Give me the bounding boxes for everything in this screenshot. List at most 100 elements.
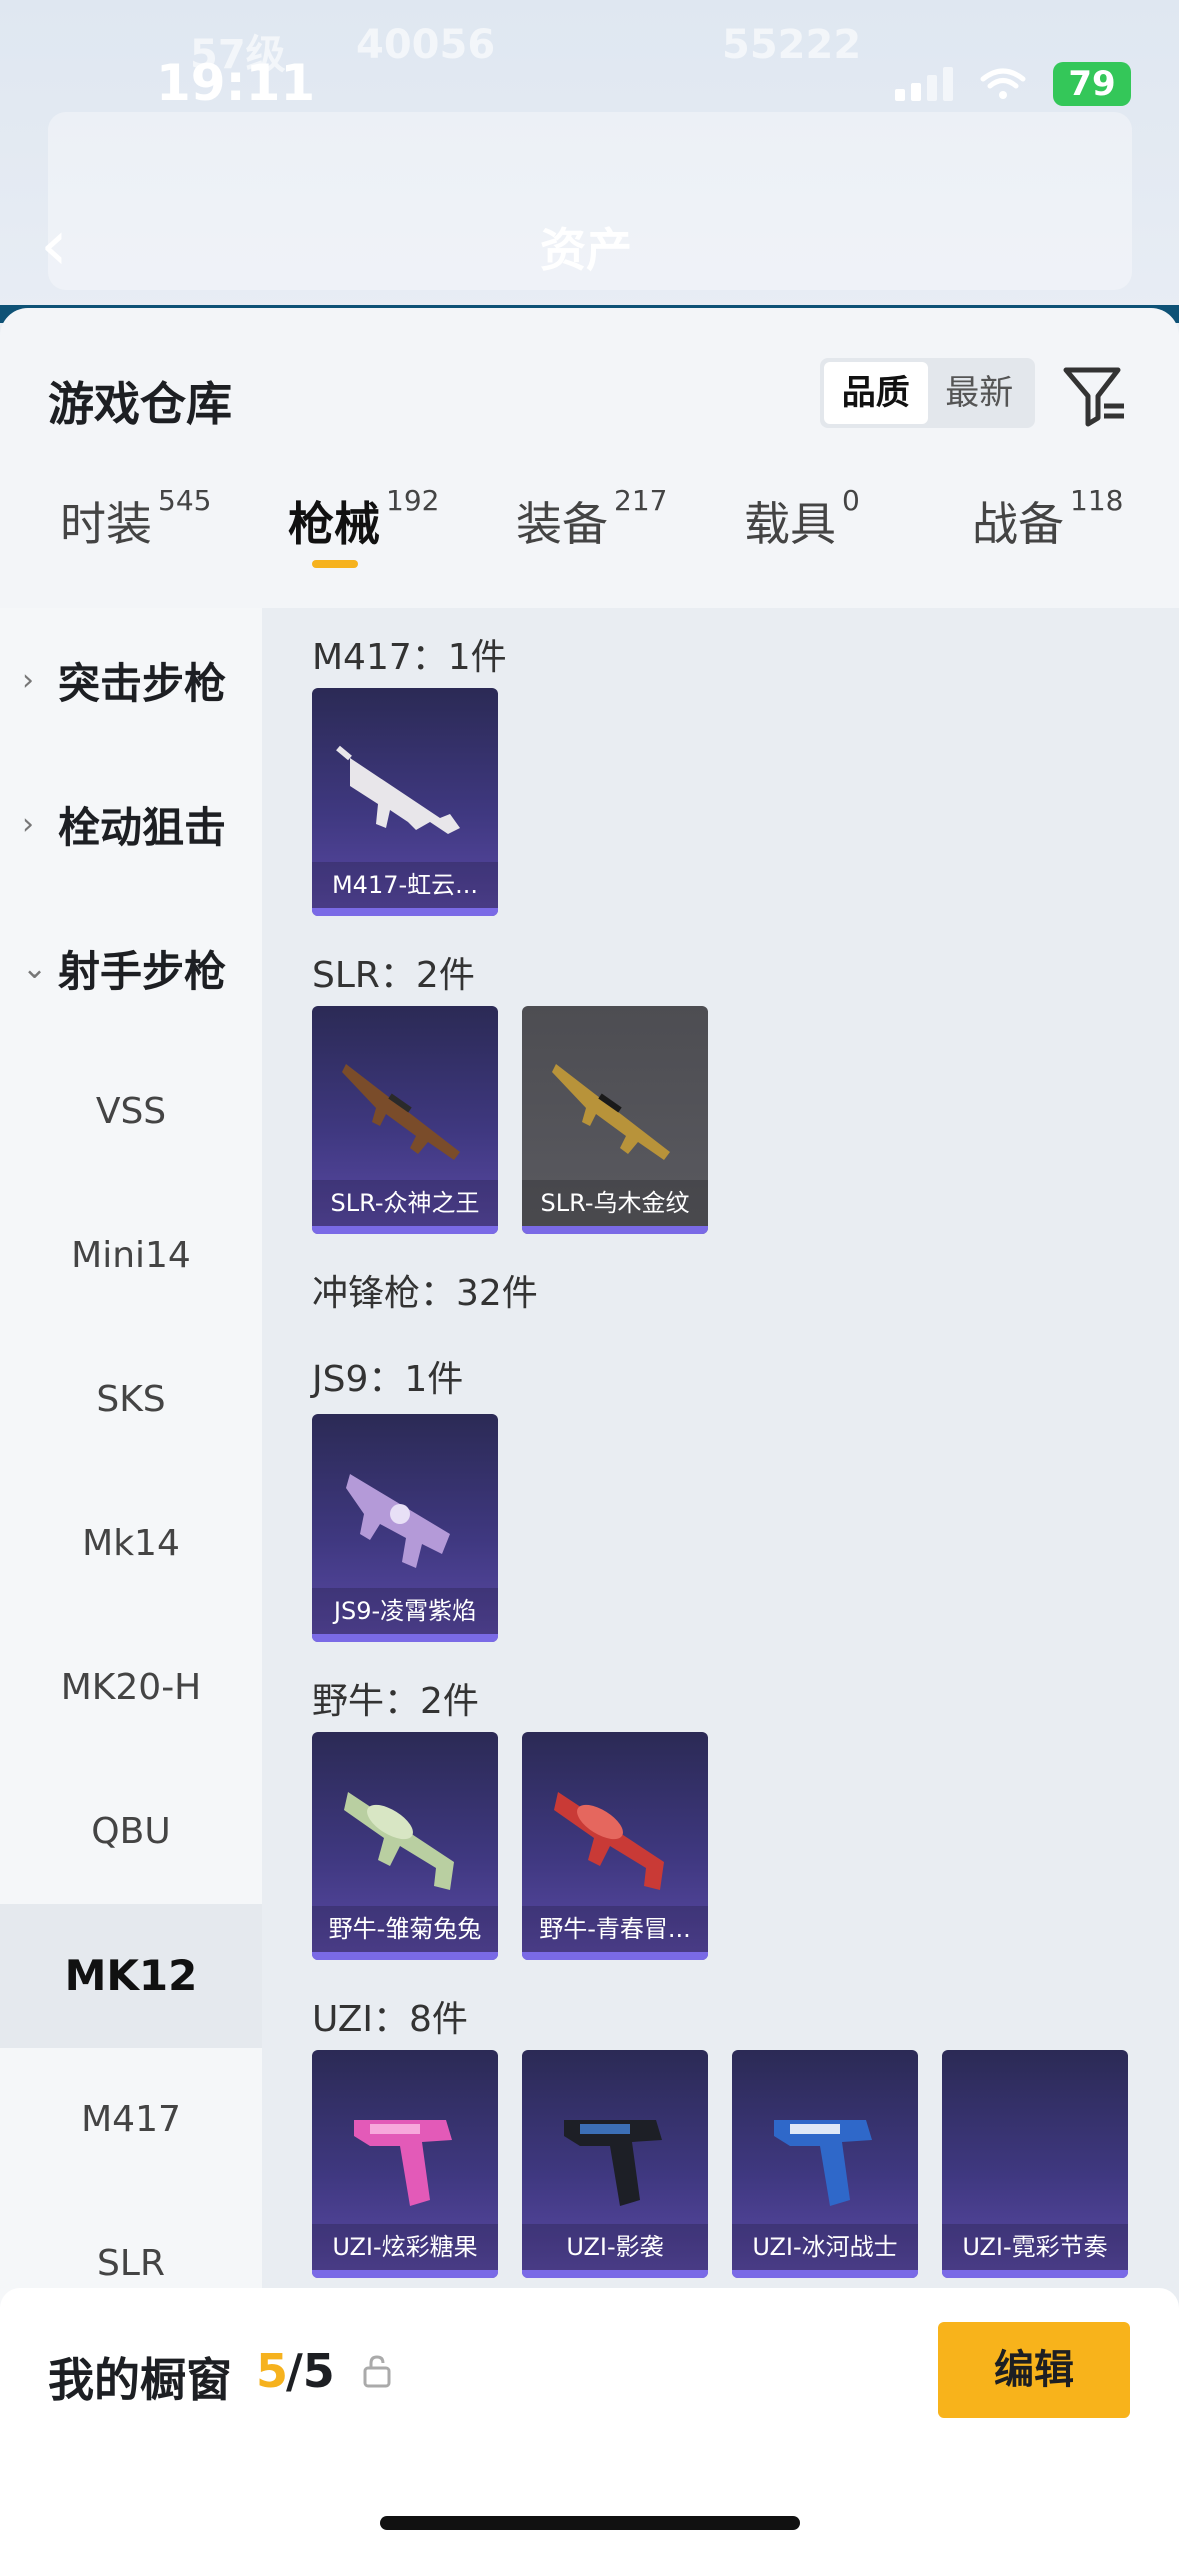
tab-count: 0	[842, 484, 860, 517]
sort-quality-button[interactable]: 品质	[824, 362, 928, 424]
nav-category-label: 突击步枪	[58, 658, 227, 708]
nav-category-bolt-sniper[interactable]: › 栓动狙击	[0, 752, 262, 896]
tab-label: 枪械	[288, 497, 380, 551]
nav-sub-vss[interactable]: VSS	[0, 1040, 262, 1184]
warehouse-sheet: 游戏仓库 品质 最新 时装 545 枪械 192 装备 217 载具 0 战备 118 ›…	[0, 308, 1179, 2556]
chevron-right-icon: ›	[22, 662, 34, 698]
group-title-m417: M417：1件	[312, 637, 507, 678]
background-header: 57级 40056 55222 19:11 79 ‹ 资产	[0, 0, 1179, 323]
weapon-card-label: UZI-霓彩节奏	[942, 2224, 1128, 2270]
group-title-bizon: 野牛：2件	[312, 1681, 479, 1722]
nav-sub-m417[interactable]: M417	[0, 2048, 262, 2192]
weapon-image	[346, 1474, 450, 1568]
status-time: 19:11	[156, 54, 316, 112]
tab-label: 时装	[60, 497, 152, 551]
weapon-card-label: M417-虹云...	[312, 862, 498, 908]
chevron-right-icon: ›	[22, 806, 34, 842]
nav-sub-mk20h[interactable]: MK20-H	[0, 1616, 262, 1760]
weapon-image	[342, 1064, 460, 1160]
tab-count: 192	[386, 484, 440, 517]
nav-category-marksman-rifle[interactable]: ⌄ 射手步枪	[0, 896, 262, 1040]
rarity-bar	[522, 2270, 708, 2278]
weapon-card-label: 野牛-青春冒...	[522, 1906, 708, 1952]
group-title-uzi: UZI：8件	[312, 1999, 468, 2040]
wifi-icon	[980, 68, 1026, 99]
showcase-bar: 我的橱窗 5 /5 编辑	[0, 2288, 1179, 2556]
weapon-image	[344, 1792, 454, 1890]
showcase-label: 我的橱窗	[48, 2353, 232, 2407]
tab-active-underline	[312, 560, 358, 568]
rarity-bar	[522, 1952, 708, 1960]
nav-title: 资产	[540, 223, 632, 277]
weapon-image	[774, 2120, 872, 2206]
weapon-card[interactable]: SLR-乌木金纹	[522, 1006, 708, 1234]
back-button[interactable]: ‹	[40, 210, 68, 280]
lock-icon	[363, 2355, 391, 2388]
weapon-card-label: UZI-冰河战士	[732, 2224, 918, 2270]
weapon-list: M417：1件 M417-虹云... SLR：2件 SLR-众神之王 SLR-乌…	[262, 608, 1179, 2556]
rarity-bar	[312, 908, 498, 916]
nav-sub-mk14[interactable]: Mk14	[0, 1472, 262, 1616]
weapon-card-label: SLR-众神之王	[312, 1180, 498, 1226]
rarity-bar	[312, 2270, 498, 2278]
rarity-bar	[732, 2270, 918, 2278]
weapon-card[interactable]: UZI-炫彩糖果	[312, 2050, 498, 2278]
weapon-card-label: JS9-凌霄紫焰	[312, 1588, 498, 1634]
weapon-card-label: UZI-炫彩糖果	[312, 2224, 498, 2270]
nav-category-label: 射手步枪	[58, 946, 227, 996]
weapon-card[interactable]: UZI-霓彩节奏	[942, 2050, 1128, 2278]
tab-label: 载具	[744, 497, 836, 551]
status-icons: 79	[895, 62, 1131, 106]
category-tabs: 时装 545 枪械 192 装备 217 载具 0 战备 118	[0, 484, 1179, 598]
battery-indicator: 79	[1053, 62, 1131, 106]
tab-supplies[interactable]: 战备 118	[972, 484, 1123, 598]
home-indicator	[380, 2516, 800, 2530]
nav-sub-sks[interactable]: SKS	[0, 1328, 262, 1472]
weapon-card[interactable]: JS9-凌霄紫焰	[312, 1414, 498, 1642]
tab-count: 118	[1070, 484, 1124, 517]
weapon-image	[554, 1792, 664, 1890]
tab-equipment[interactable]: 装备 217	[516, 484, 667, 598]
weapon-card[interactable]: SLR-众神之王	[312, 1006, 498, 1234]
rarity-bar	[522, 1226, 708, 1234]
tab-label: 装备	[516, 497, 608, 551]
weapon-card-label: UZI-影袭	[522, 2224, 708, 2270]
group-title-js9: JS9：1件	[312, 1359, 464, 1400]
nav-category-label: 栓动狙击	[58, 802, 227, 852]
tab-count: 545	[158, 484, 212, 517]
weapon-card[interactable]: UZI-影袭	[522, 2050, 708, 2278]
rarity-bar	[942, 2270, 1128, 2278]
rarity-bar	[312, 1226, 498, 1234]
signal-icon	[895, 67, 953, 101]
weapon-card[interactable]: M417-虹云...	[312, 688, 498, 916]
filter-icon[interactable]	[1060, 360, 1130, 430]
tab-fashion[interactable]: 时装 545	[60, 484, 211, 598]
weapon-card[interactable]: 野牛-青春冒...	[522, 1732, 708, 1960]
edit-button[interactable]: 编辑	[938, 2322, 1130, 2418]
weapon-card-label: SLR-乌木金纹	[522, 1180, 708, 1226]
weapon-category-nav: › 突击步枪 › 栓动狙击 ⌄ 射手步枪 VSS Mini14 SKS Mk14…	[0, 608, 262, 2556]
tab-count: 217	[614, 484, 668, 517]
bg-likes: 55222	[722, 22, 862, 68]
tab-guns[interactable]: 枪械 192	[288, 484, 439, 598]
tab-label: 战备	[972, 497, 1064, 551]
nav-sub-qbu[interactable]: QBU	[0, 1760, 262, 1904]
sort-toggle: 品质 最新	[820, 358, 1035, 428]
weapon-card-label: 野牛-雏菊兔兔	[312, 1906, 498, 1952]
weapon-image	[564, 2120, 662, 2206]
nav-category-assault-rifle[interactable]: › 突击步枪	[0, 608, 262, 752]
weapon-card[interactable]: 野牛-雏菊兔兔	[312, 1732, 498, 1960]
showcase-count: 5	[256, 2344, 289, 2398]
weapon-card[interactable]: UZI-冰河战士	[732, 2050, 918, 2278]
weapon-image	[354, 2120, 452, 2206]
showcase-total: /5	[286, 2344, 335, 2398]
sort-latest-button[interactable]: 最新	[928, 362, 1032, 424]
nav-sub-mk12[interactable]: MK12	[0, 1904, 262, 2048]
chevron-down-icon: ⌄	[22, 950, 48, 986]
weapon-image	[336, 745, 460, 834]
weapon-image	[552, 1064, 670, 1160]
rarity-bar	[312, 1952, 498, 1960]
rarity-bar	[312, 1634, 498, 1642]
nav-sub-mini14[interactable]: Mini14	[0, 1184, 262, 1328]
tab-vehicles[interactable]: 载具 0	[744, 484, 860, 598]
